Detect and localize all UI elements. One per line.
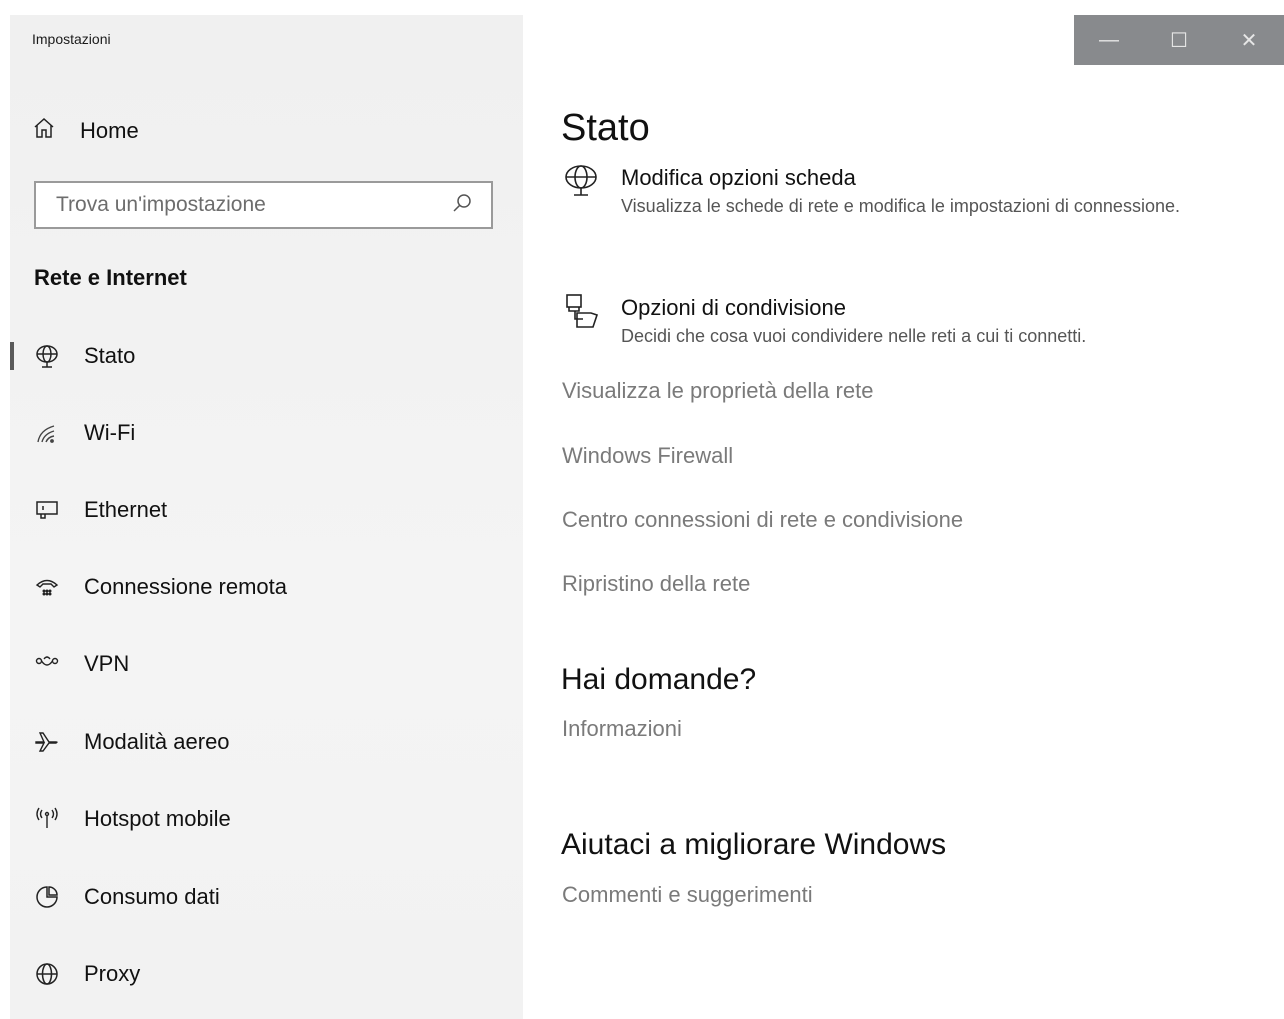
option-title: Opzioni di condivisione (621, 295, 847, 320)
globe-network-icon (34, 343, 60, 369)
sharing-icon (561, 291, 601, 331)
sidebar-item-label: Consumo dati (84, 884, 220, 909)
sidebar-item-hotspot-mobile[interactable]: Hotspot mobile (10, 792, 523, 846)
vpn-icon (34, 651, 60, 677)
airplane-icon (34, 729, 60, 755)
sidebar-item-label: Proxy (84, 961, 141, 986)
link-informazioni[interactable]: Informazioni (562, 716, 682, 742)
sidebar-item-modalita-aereo[interactable]: Modalità aereo (10, 715, 523, 769)
app-title: Impostazioni (32, 31, 111, 47)
sidebar-item-consumo-dati[interactable]: Consumo dati (10, 870, 523, 924)
hotspot-icon (34, 806, 60, 832)
dialup-icon (34, 574, 60, 600)
search-icon[interactable] (451, 192, 473, 219)
improve-heading: Aiutaci a migliorare Windows (561, 828, 947, 861)
home-label: Home (80, 118, 139, 143)
proxy-globe-icon (34, 961, 60, 987)
search-input[interactable] (54, 192, 451, 218)
option-modifica-opzioni-scheda[interactable]: Modifica opzioni scheda Visualizza le sc… (561, 165, 1181, 221)
maximize-button[interactable]: ☐ (1144, 15, 1214, 65)
sidebar-item-label: Modalità aereo (84, 729, 230, 754)
home-icon (32, 116, 56, 146)
page-title: Stato (561, 107, 650, 149)
sidebar-item-wifi[interactable]: Wi-Fi (10, 406, 523, 460)
sidebar-item-stato[interactable]: Stato (10, 329, 523, 383)
adapter-icon (561, 161, 601, 201)
sidebar-item-label: Stato (84, 343, 136, 368)
sidebar-item-proxy[interactable]: Proxy (10, 947, 523, 1001)
sidebar-item-vpn[interactable]: VPN (10, 637, 523, 691)
home-button[interactable]: Home (32, 115, 139, 147)
sidebar-item-connessione-remota[interactable]: Connessione remota (10, 560, 523, 614)
link-ripristino-rete[interactable]: Ripristino della rete (562, 571, 750, 597)
data-usage-icon (34, 884, 60, 910)
link-proprieta-rete[interactable]: Visualizza le proprietà della rete (562, 378, 873, 404)
link-windows-firewall[interactable]: Windows Firewall (562, 443, 733, 469)
option-opzioni-di-condivisione[interactable]: Opzioni di condivisione Decidi che cosa … (561, 294, 1181, 351)
sidebar-item-label: Ethernet (84, 497, 168, 522)
close-button[interactable]: ✕ (1214, 15, 1284, 65)
sidebar-item-ethernet[interactable]: Ethernet (10, 483, 523, 537)
link-centro-connessioni[interactable]: Centro connessioni di rete e condivision… (562, 507, 963, 533)
minimize-button[interactable]: — (1074, 15, 1144, 65)
ethernet-icon (34, 497, 60, 523)
option-description: Decidi che cosa vuoi condividere nelle r… (621, 326, 1087, 346)
sidebar-item-label: Wi-Fi (84, 420, 136, 445)
sidebar-item-label: Connessione remota (84, 574, 288, 599)
link-commenti-suggerimenti[interactable]: Commenti e suggerimenti (562, 882, 813, 908)
sidebar-item-label: Hotspot mobile (84, 806, 231, 831)
wifi-icon (34, 420, 60, 446)
window-controls: — ☐ ✕ (1074, 15, 1284, 65)
active-indicator (10, 342, 14, 370)
questions-heading: Hai domande? (561, 663, 757, 696)
section-title: Rete e Internet (34, 265, 187, 290)
option-description: Visualizza le schede di rete e modifica … (621, 196, 1180, 216)
search-box[interactable] (34, 181, 493, 229)
option-title: Modifica opzioni scheda (621, 165, 856, 190)
sidebar-item-label: VPN (84, 651, 130, 676)
sidebar: Impostazioni Home Rete e Internet Stato (10, 15, 523, 1019)
